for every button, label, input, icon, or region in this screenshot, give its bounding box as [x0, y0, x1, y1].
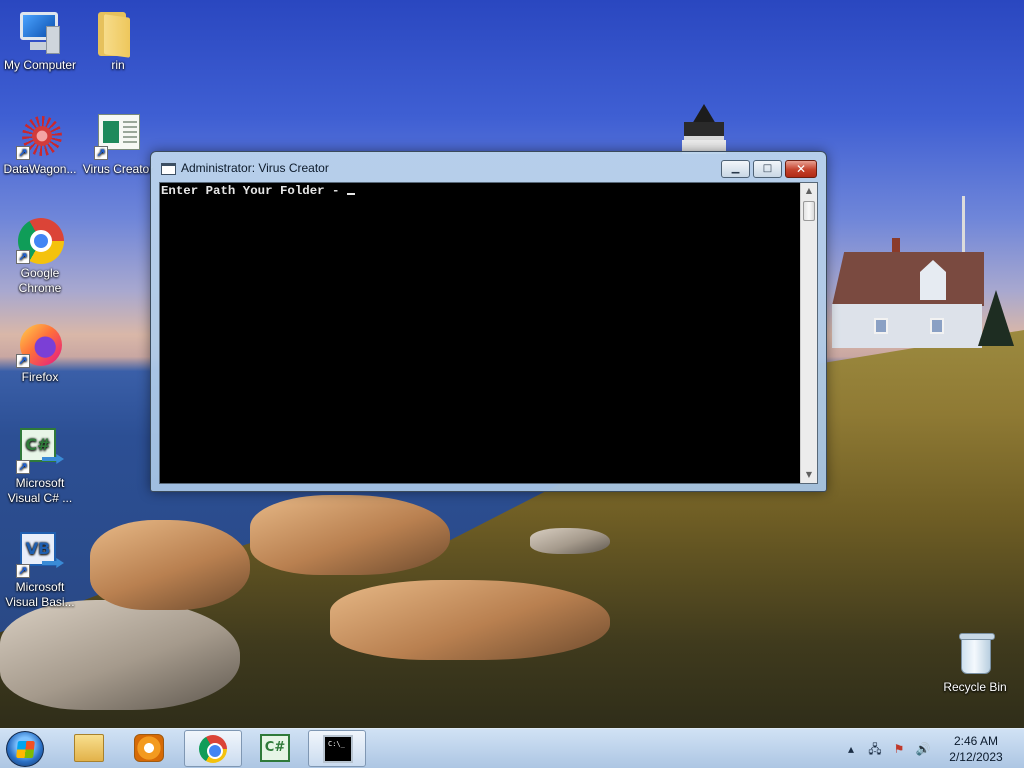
media-player-icon: [134, 734, 164, 762]
visual-basic-icon: VB ↗: [16, 530, 64, 578]
close-icon: ✕: [795, 162, 807, 176]
windows-logo-icon: [16, 741, 35, 758]
visual-csharp-icon: C#: [260, 734, 290, 762]
shortcut-arrow-icon: ↗: [16, 460, 30, 474]
console-output[interactable]: Enter Path Your Folder - ▲ ▼: [159, 182, 818, 484]
taskbar-google-chrome[interactable]: [184, 730, 242, 767]
desktop[interactable]: My Computer rin ↗ DataWagon... ↗ Virus C…: [0, 0, 1024, 728]
console-line: Enter Path Your Folder -: [161, 184, 355, 198]
desktop-icon-label: My Computer: [3, 58, 77, 72]
scrollbar-thumb[interactable]: [803, 201, 815, 221]
computer-icon: [16, 8, 64, 56]
chevron-up-icon[interactable]: ▴: [843, 741, 859, 757]
wallpaper-rock: [90, 520, 250, 610]
clock-date: 2/12/2023: [949, 750, 1003, 764]
maximize-button[interactable]: □: [753, 160, 782, 178]
chrome-icon: [199, 735, 227, 763]
network-icon[interactable]: 🖧: [867, 741, 883, 757]
wallpaper-rock: [0, 600, 240, 710]
chrome-icon: ↗: [16, 216, 64, 264]
wallpaper-rock: [530, 528, 610, 554]
visual-csharp-icon: C# ↗: [16, 426, 64, 474]
taskbar-media-player[interactable]: [120, 730, 178, 767]
notification-area: ▴ 🖧 ⚑ 🔊 2:46 AM 2/12/2023: [839, 729, 1024, 768]
clock-time: 2:46 AM: [953, 734, 999, 748]
window-title: Administrator: Virus Creator: [181, 161, 329, 175]
desktop-icon-recycle-bin[interactable]: Recycle Bin: [935, 630, 1015, 695]
folder-icon: [74, 734, 104, 762]
taskbar-explorer[interactable]: [60, 730, 118, 767]
desktop-icon-google-chrome[interactable]: ↗ Google Chrome: [0, 216, 80, 296]
taskbar-visual-csharp[interactable]: C#: [246, 730, 304, 767]
console-window[interactable]: Administrator: Virus Creator ▁ □ ✕ Enter…: [150, 151, 827, 492]
window-titlebar[interactable]: Administrator: Virus Creator ▁ □ ✕: [151, 152, 826, 182]
desktop-icon-label: Virus Creator: [82, 162, 154, 176]
shortcut-arrow-icon: ↗: [16, 146, 30, 160]
scroll-up-icon[interactable]: ▲: [801, 183, 817, 199]
maximize-icon: □: [762, 163, 773, 174]
desktop-icon-label: Recycle Bin: [943, 680, 1007, 694]
minimize-button[interactable]: ▁: [721, 160, 750, 178]
shortcut-arrow-icon: ↗: [94, 146, 108, 160]
wallpaper-house: [826, 238, 986, 348]
desktop-icon-virus-creator[interactable]: ↗ Virus Creator: [78, 112, 158, 177]
shortcut-arrow-icon: ↗: [16, 354, 30, 368]
desktop-icon-label: Microsoft Visual Basi...: [5, 580, 75, 609]
desktop-icon-label: Google Chrome: [18, 266, 62, 295]
desktop-icon-label: rin: [111, 58, 125, 72]
clock[interactable]: 2:46 AM 2/12/2023: [943, 733, 1009, 765]
minimize-icon: ▁: [731, 163, 740, 174]
desktop-icon-visual-csharp[interactable]: C# ↗ Microsoft Visual C# ...: [0, 426, 80, 506]
desktop-icon-rin[interactable]: rin: [78, 8, 158, 73]
shortcut-arrow-icon: ↗: [16, 250, 30, 264]
desktop-icon-label: DataWagon...: [3, 162, 77, 176]
flag-icon[interactable]: ⚑: [891, 741, 907, 757]
desktop-icon-visual-basic[interactable]: VB ↗ Microsoft Visual Basi...: [0, 530, 80, 610]
firefox-icon: ↗: [16, 320, 64, 368]
wallpaper-rock: [330, 580, 610, 660]
close-button[interactable]: ✕: [785, 160, 817, 178]
folder-icon: [94, 8, 142, 58]
start-button[interactable]: [6, 731, 44, 767]
desktop-icon-label: Firefox: [21, 370, 59, 384]
desktop-icon-my-computer[interactable]: My Computer: [0, 8, 80, 73]
desktop-icon-datawagon[interactable]: ↗ DataWagon...: [0, 112, 80, 177]
console-icon: C:\_: [323, 735, 353, 763]
datawagon-icon: ↗: [16, 112, 64, 160]
desktop-icon-label: Microsoft Visual C# ...: [7, 476, 73, 505]
taskbar-console[interactable]: C:\_: [308, 730, 366, 767]
wallpaper-lighthouse: [678, 104, 730, 154]
speaker-icon[interactable]: 🔊: [915, 741, 931, 757]
wallpaper-rock: [250, 495, 450, 575]
console-prompt: Enter Path Your Folder -: [161, 184, 347, 198]
shortcut-arrow-icon: ↗: [16, 564, 30, 578]
application-icon: ↗: [94, 112, 142, 160]
desktop-icon-firefox[interactable]: ↗ Firefox: [0, 320, 80, 385]
console-icon: [161, 163, 176, 175]
taskbar: C# C:\_ ▴ 🖧 ⚑ 🔊 2:46 AM 2/12/2023: [0, 728, 1024, 768]
recycle-bin-icon: [951, 630, 999, 678]
scroll-down-icon[interactable]: ▼: [801, 467, 817, 483]
text-cursor: [346, 193, 355, 195]
vertical-scrollbar[interactable]: ▲ ▼: [800, 183, 817, 483]
